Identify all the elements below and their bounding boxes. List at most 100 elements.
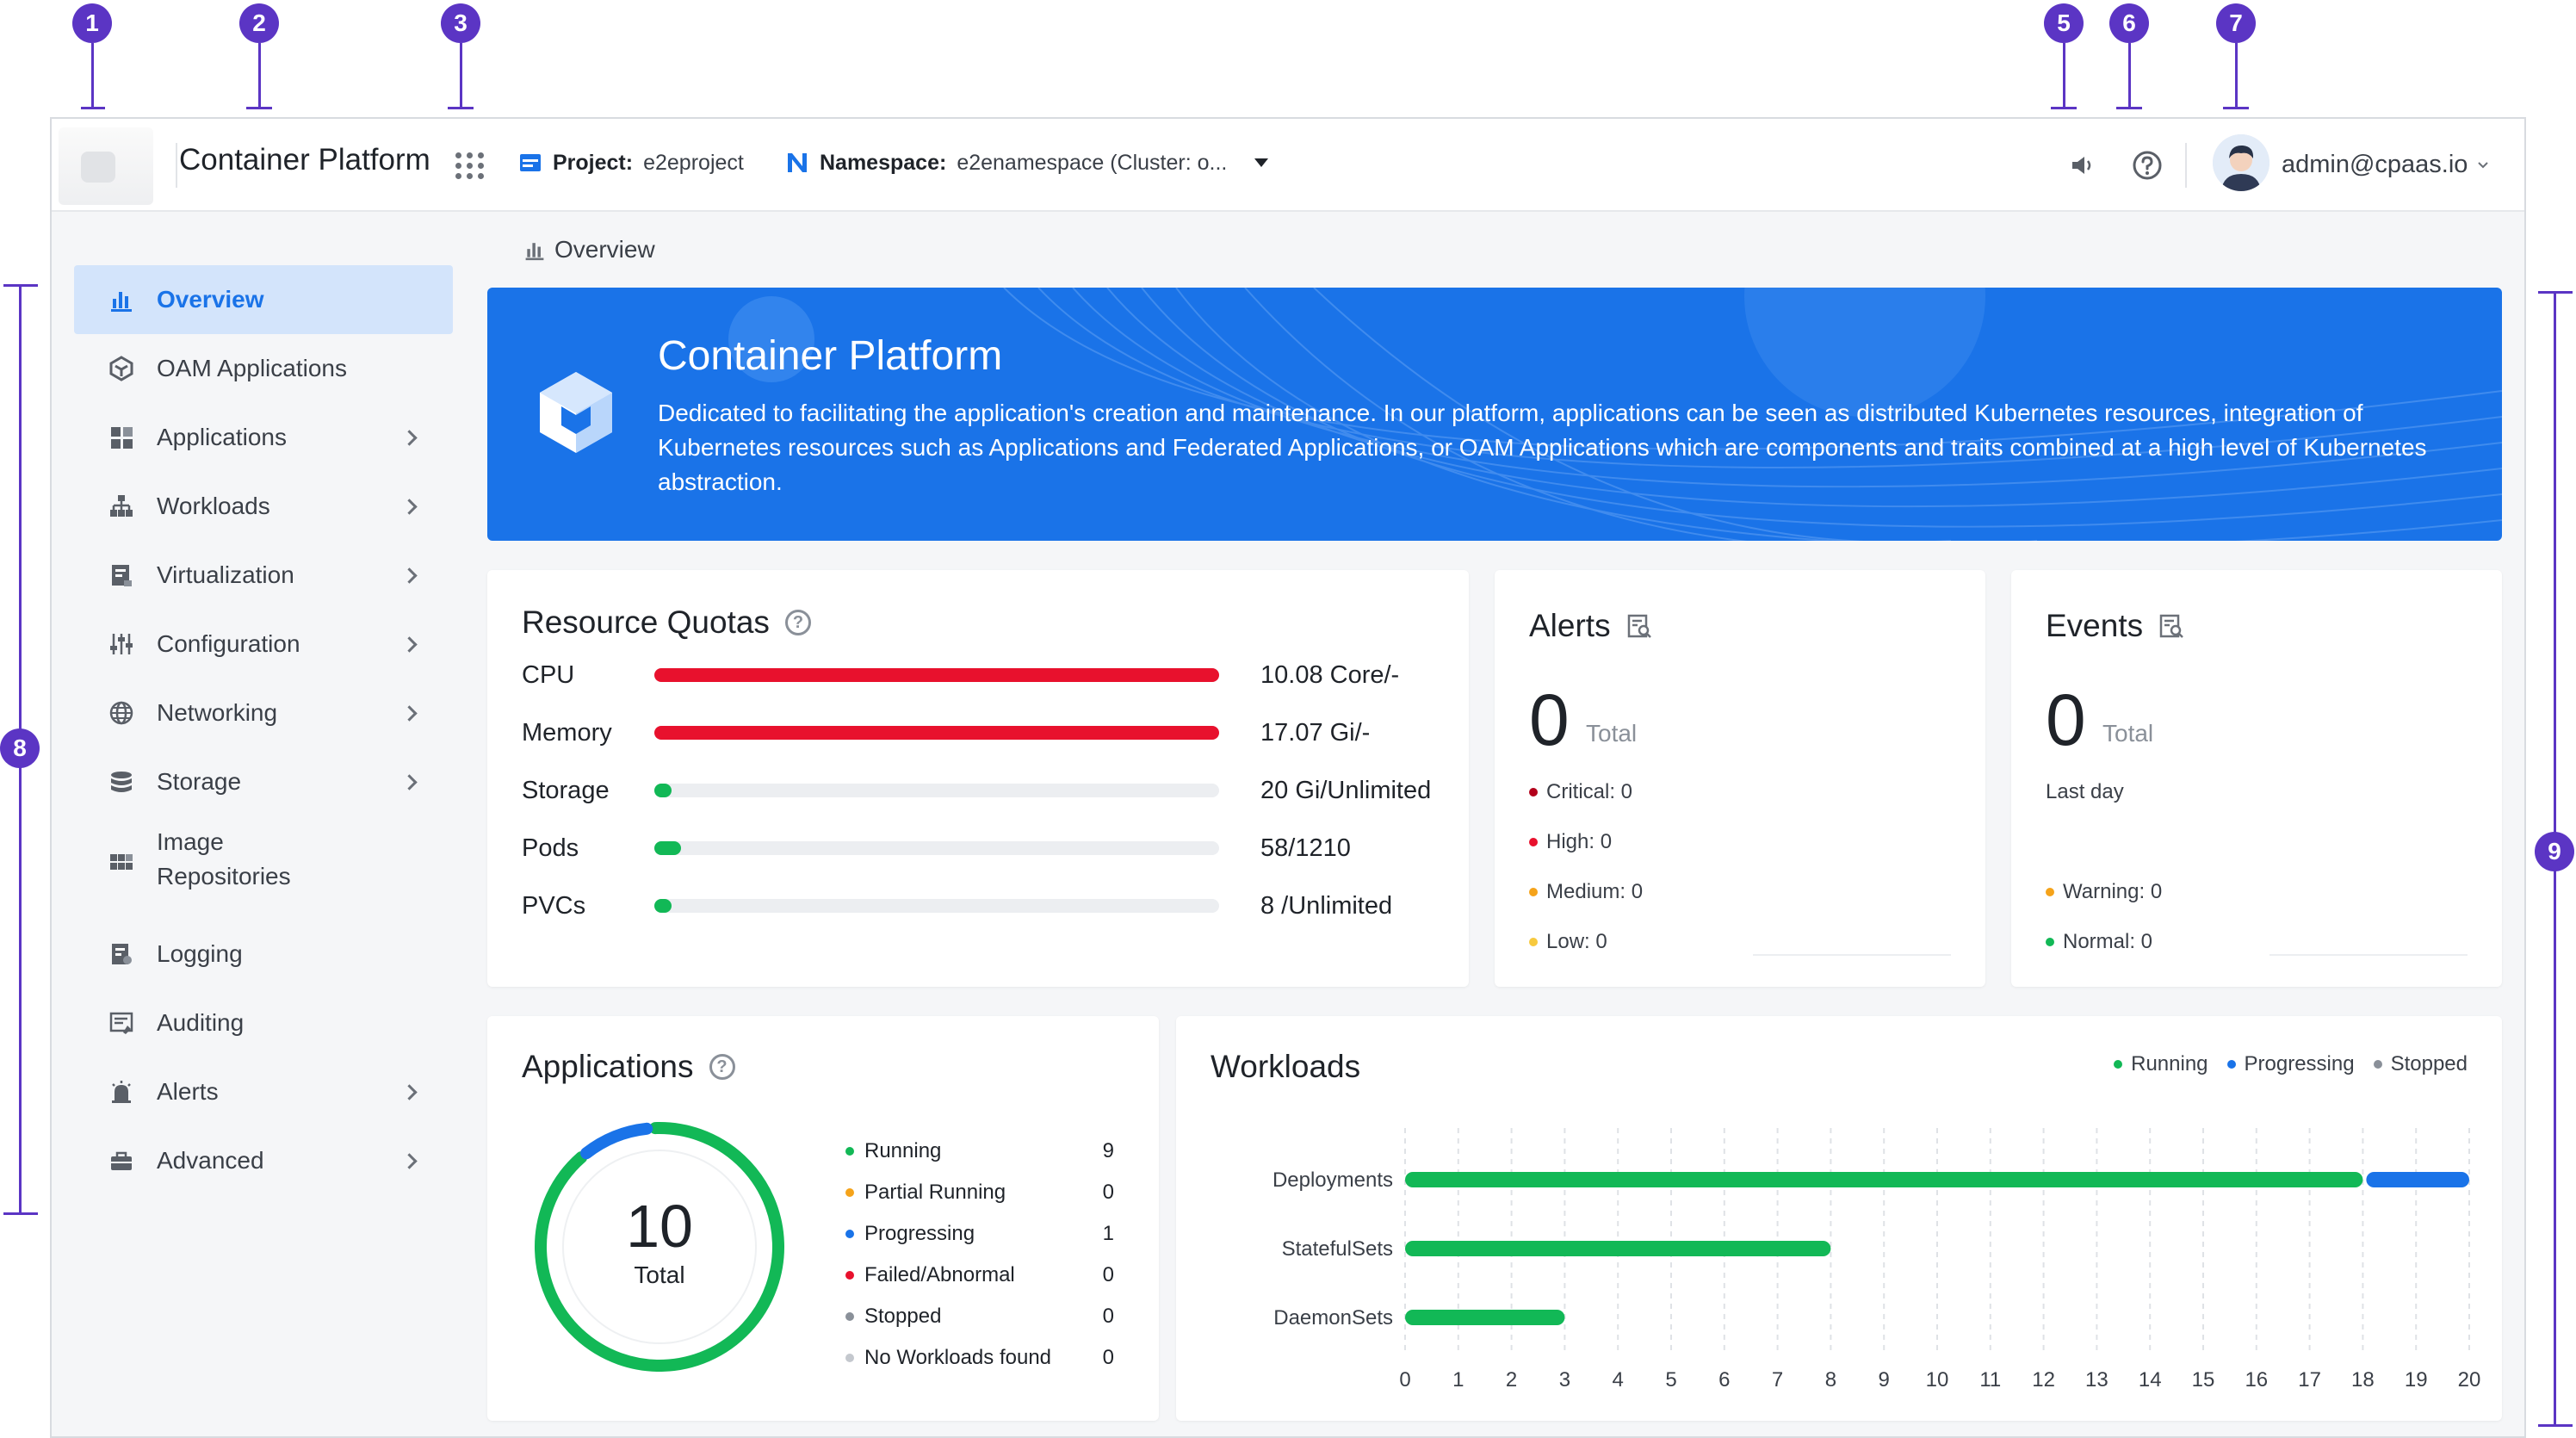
severity-item: Low: 0	[1529, 930, 1607, 954]
resource-quotas-title: Resource Quotas ?	[522, 604, 811, 641]
severity-item: Medium: 0	[1529, 880, 1643, 904]
platform-logo[interactable]	[59, 127, 153, 205]
callout-line	[91, 43, 94, 108]
sidebar-item-storage[interactable]: Storage	[74, 747, 453, 816]
x-tick-label: 13	[2085, 1368, 2108, 1392]
breadcrumb: Overview	[523, 232, 655, 267]
callout-badge: 1	[72, 3, 112, 43]
sidebar-item-label: Overview	[157, 286, 264, 313]
status-dot	[1529, 888, 1538, 896]
callout-line	[2223, 107, 2249, 109]
x-tick-label: 16	[2245, 1368, 2268, 1392]
banner-title: Container Platform	[658, 333, 1003, 379]
quota-label: PVCs	[522, 892, 586, 920]
status-count: 1	[1102, 1222, 1114, 1245]
status-label: Failed/Abnormal	[864, 1263, 1015, 1286]
category-label: Deployments	[1273, 1168, 1393, 1192]
sidebar-item-logging[interactable]: Logging	[74, 920, 453, 989]
namespace-selector[interactable]: Namespace: e2enamespace (Cluster: o...	[785, 143, 1269, 183]
sidebar-item-image-repositories[interactable]: Image Repositories	[74, 816, 453, 902]
sidebar-item-configuration[interactable]: Configuration	[74, 610, 453, 679]
sidebar-item-workloads[interactable]: Workloads	[74, 472, 453, 541]
status-dot	[845, 1188, 854, 1197]
callout-line	[3, 284, 38, 287]
severity-label: Medium: 0	[1546, 880, 1644, 903]
application-status-item: Failed/Abnormal 0	[845, 1262, 1114, 1288]
sidebar-item-auditing[interactable]: Auditing	[74, 989, 453, 1057]
callout-badge: 5	[2044, 3, 2084, 43]
sidebar-item-virtualization[interactable]: Virtualization	[74, 541, 453, 610]
x-tick-label: 15	[2192, 1368, 2215, 1392]
sidebar-item-label: Applications	[157, 424, 287, 450]
quota-progress-bar	[654, 899, 1219, 913]
status-dot	[845, 1147, 854, 1156]
project-label: Project:	[553, 150, 634, 175]
question-circle-icon	[2133, 151, 2162, 180]
severity-label: High: 0	[1546, 830, 1613, 853]
severity-label: Critical: 0	[1546, 780, 1633, 803]
chevron-right-icon	[401, 429, 418, 446]
applications-card: Applications ? 10 Total Running 9 Partial …	[487, 1016, 1159, 1421]
application-status-item: Partial Running 0	[845, 1180, 1114, 1206]
x-tick-label: 8	[1825, 1368, 1836, 1392]
chevron-right-icon	[401, 567, 418, 584]
quota-progress-fill	[654, 784, 672, 797]
x-tick-label: 7	[1772, 1368, 1783, 1392]
quota-progress-fill	[654, 726, 1219, 740]
events-total-label: Total	[2102, 720, 2154, 747]
x-tick-label: 2	[1506, 1368, 1517, 1392]
x-tick-label: 18	[2351, 1368, 2375, 1392]
quota-progress-fill	[654, 899, 672, 913]
view-details-icon[interactable]	[2158, 613, 2184, 639]
events-sparkline	[2269, 954, 2468, 956]
x-tick-label: 14	[2139, 1368, 2162, 1392]
sidebar-item-alerts[interactable]: Alerts	[74, 1057, 453, 1126]
alerts-sparkline	[1753, 954, 1951, 956]
help-icon[interactable]: ?	[709, 1054, 735, 1080]
project-selector[interactable]: Project: e2eproject	[518, 143, 744, 183]
quota-value: 8 /Unlimited	[1260, 892, 1393, 920]
callout-line	[2128, 43, 2131, 108]
callout-badge: 6	[2109, 3, 2149, 43]
sidebar-item-label: OAM Applications	[157, 355, 347, 381]
severity-label: Warning: 0	[2063, 880, 2163, 903]
container-platform-logo-icon	[540, 372, 612, 453]
app-grid-icon	[107, 423, 136, 452]
bar-progressing-deployments[interactable]	[2366, 1172, 2469, 1187]
namespace-dropdown-icon[interactable]	[1254, 158, 1269, 167]
platform-title[interactable]: Container Platform	[179, 143, 430, 177]
announcement-button[interactable]	[2061, 145, 2102, 186]
status-dot	[845, 1271, 854, 1280]
image-repo-icon	[107, 845, 136, 874]
sidebar-item-oam-applications[interactable]: OAM Applications	[74, 334, 453, 403]
callout-line	[2235, 43, 2238, 108]
user-menu[interactable]: admin@cpaas.io	[2282, 145, 2490, 184]
application-status-item: Running 9	[845, 1138, 1114, 1164]
sidebar-item-label: Virtualization	[157, 561, 294, 588]
app-switcher-icon[interactable]	[449, 146, 487, 184]
sidebar-item-advanced[interactable]: Advanced	[74, 1126, 453, 1195]
chevron-right-icon	[401, 635, 418, 653]
globe-icon	[107, 698, 136, 728]
user-avatar[interactable]	[2213, 134, 2269, 191]
x-tick-label: 12	[2032, 1368, 2055, 1392]
help-icon[interactable]: ?	[784, 610, 811, 635]
quota-value: 58/1210	[1260, 834, 1351, 862]
project-value: e2eproject	[643, 150, 744, 175]
project-icon	[520, 154, 541, 171]
sidebar-item-networking[interactable]: Networking	[74, 679, 453, 747]
bar-running-deployments[interactable]	[1405, 1172, 2363, 1187]
quota-label: CPU	[522, 661, 575, 689]
chevron-down-icon	[2478, 162, 2489, 169]
help-button[interactable]	[2127, 145, 2168, 186]
sidebar-item-overview[interactable]: Overview	[74, 265, 453, 334]
namespace-label: Namespace:	[820, 150, 947, 175]
sidebar-item-applications[interactable]: Applications	[74, 403, 453, 472]
audit-icon	[107, 1008, 136, 1038]
view-details-icon[interactable]	[1626, 613, 1652, 639]
quota-progress-bar	[654, 841, 1219, 855]
quota-value: 20 Gi/Unlimited	[1260, 777, 1432, 804]
callout-badge: 2	[239, 3, 279, 43]
bar-running-statefulsets[interactable]	[1405, 1241, 1831, 1256]
bar-running-daemonsets[interactable]	[1405, 1310, 1565, 1325]
